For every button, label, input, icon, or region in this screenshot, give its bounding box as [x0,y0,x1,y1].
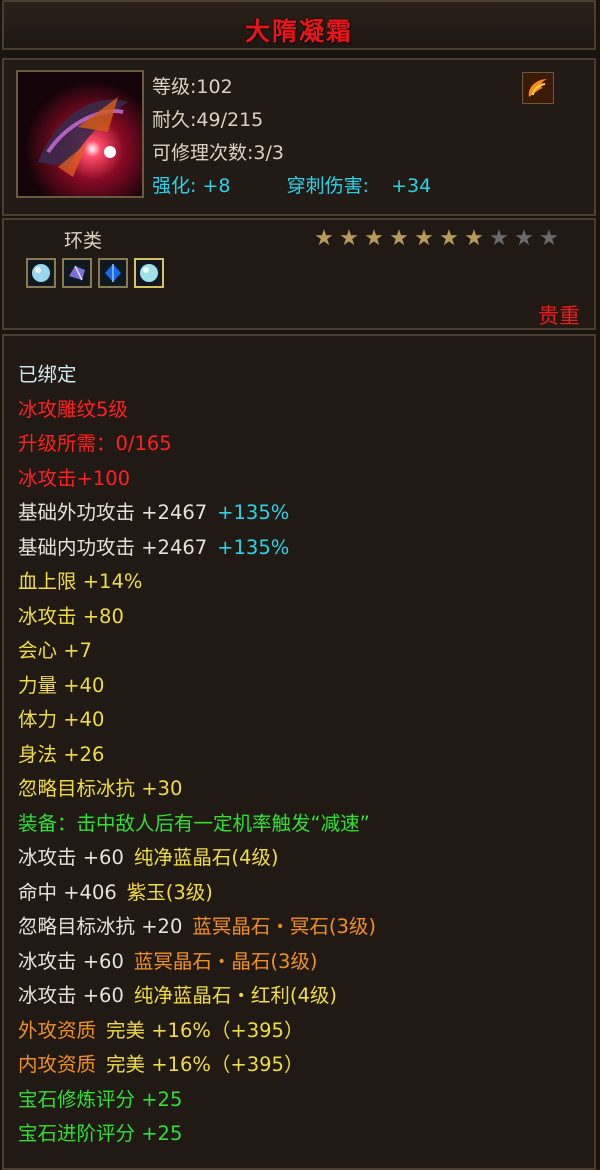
attribute-text: 完美 +16%（+395） [106,1018,304,1042]
star-empty-icon: ★ [539,226,559,251]
attribute-text: 基础外功攻击 +2467 [18,501,208,524]
attribute-row: 基础外功攻击 +2467 +135% [18,496,376,531]
attribute-row: 冰攻击 +60 纯净蓝晶石(4级) [18,841,376,876]
star-empty-icon: ★ [514,226,534,251]
item-type: 环类 [64,230,103,252]
attribute-row: 冰攻击+100 [18,462,376,497]
pierce-label: 穿刺伤害: [286,175,369,197]
attribute-text: 体力 +40 [18,708,105,731]
attribute-panel: 已绑定冰攻雕纹5级升级所需：0/165 冰攻击+100 基础外功攻击 +2467 +1… [2,334,596,1170]
item-header: 等级:102 耐久:49/215 可修理次数:3/3 强化: +8 穿刺伤害: … [2,58,596,216]
item-type-section: 环类 ★ ★ ★ ★ ★ ★ ★ ★ ★ ★ 贵重 [2,218,596,330]
attribute-text: 蓝冥晶石・冥石(3级) [192,915,376,938]
fire-attribute-icon [522,72,554,104]
attribute-row: 忽略目标冰抗 +20 蓝冥晶石・冥石(3级) [18,910,376,945]
attribute-text: 身法 +26 [18,742,105,766]
attribute-row: 冰攻雕纹5级 [18,393,376,428]
item-durability: 耐久:49/215 [152,109,264,131]
attribute-row: 身法 +26 [18,738,376,773]
pierce-value: +34 [391,175,432,197]
attribute-text: 冰攻击 +80 [18,604,124,628]
attribute-text: 冰攻击 +60 [18,984,124,1007]
star-filled-icon: ★ [339,226,359,251]
star-rating: ★ ★ ★ ★ ★ ★ ★ ★ ★ ★ [313,228,560,250]
star-filled-icon: ★ [314,226,334,251]
attribute-row: 已绑定 [18,358,376,393]
attribute-text: 纯净蓝晶石(4级) [133,846,279,869]
attribute-row: 命中 +406 紫玉(3级) [18,876,376,911]
star-empty-icon: ★ [489,226,509,251]
star-filled-icon: ★ [389,226,409,251]
star-filled-icon: ★ [439,226,459,251]
enhance-label: 强化: [152,175,197,197]
attribute-row: 忽略目标冰抗 +30 [18,772,376,807]
star-filled-icon: ★ [464,226,484,251]
attribute-text: 冰攻击 +60 [18,949,124,973]
item-name: 大隋凝霜 [244,17,353,46]
item-rarity: 贵重 [538,304,580,328]
tooltip-title-bar: 大隋凝霜 [2,0,596,50]
item-level: 等级:102 [152,76,233,98]
star-filled-icon: ★ [414,226,434,251]
attribute-text: 蓝冥晶石・晶石(3级) [133,949,318,973]
attribute-row: 体力 +40 [18,703,376,738]
attribute-row: 会心 +7 [18,634,376,669]
ice-crystal-gem-icon[interactable] [134,258,164,288]
attribute-text: 会心 +7 [18,639,92,662]
attribute-text: 冰攻击+100 [18,466,131,490]
enhance-line: 强化: +8 穿刺伤害: +34 [152,171,431,198]
attribute-text: 外攻资质 [18,1018,97,1042]
ice-crystal-gem-icon[interactable] [26,258,56,288]
attribute-text: 内攻资质 [18,1053,97,1076]
attribute-text: +135% [217,501,290,524]
attribute-text: 冰攻击 +60 [18,846,124,869]
star-filled-icon: ★ [364,226,384,251]
attribute-text: 忽略目标冰抗 +30 [18,777,183,800]
attribute-row: 外攻资质 完美 +16%（+395） [18,1014,376,1049]
attribute-text: 忽略目标冰抗 +20 [18,915,183,938]
gem-sockets [26,258,164,288]
attribute-text: 基础内功攻击 +2467 [18,535,208,559]
attribute-text: 命中 +406 [18,880,117,904]
blue-crystal-gem-icon[interactable] [98,258,128,288]
attribute-row: 升级所需：0/165 [18,427,376,462]
attribute-row: 冰攻击 +60 蓝冥晶石・晶石(3级) [18,945,376,980]
attribute-text: 血上限 +14% [18,570,143,593]
attribute-text: 宝石修炼评分 +25 [18,1087,183,1111]
attribute-row: 宝石进阶评分 +25 [18,1117,376,1152]
attribute-row: 宝石修炼评分 +25 [18,1083,376,1118]
attribute-row: 基础内功攻击 +2467 +135% [18,531,376,566]
attribute-row: 装备：击中敌人后有一定机率触发“减速” [18,807,376,842]
attribute-text: 升级所需：0/165 [18,432,172,455]
attribute-text: 纯净蓝晶石・红利(4级) [133,984,337,1007]
attribute-list: 已绑定冰攻雕纹5级升级所需：0/165 冰攻击+100 基础外功攻击 +2467 +1… [18,358,376,1152]
attribute-row: 冰攻击 +60 纯净蓝晶石・红利(4级) [18,979,376,1014]
purple-crystal-gem-icon[interactable] [62,258,92,288]
attribute-text: 力量 +40 [18,673,105,697]
item-icon [16,70,144,198]
attribute-row: 冰攻击 +80 [18,600,376,635]
attribute-row: 血上限 +14% [18,565,376,600]
attribute-text: +135% [217,535,290,559]
item-repair-count: 可修理次数:3/3 [152,142,284,164]
attribute-row: 力量 +40 [18,669,376,704]
attribute-row: 内攻资质 完美 +16%（+395） [18,1048,376,1083]
attribute-text: 宝石进阶评分 +25 [18,1122,183,1145]
attribute-text: 已绑定 [18,363,77,386]
enhance-value: +8 [202,175,231,197]
attribute-text: 装备：击中敌人后有一定机率触发“减速” [18,811,370,835]
attribute-text: 冰攻雕纹5级 [18,397,128,421]
attribute-text: 完美 +16%（+395） [106,1053,304,1076]
attribute-text: 紫玉(3级) [126,880,213,904]
